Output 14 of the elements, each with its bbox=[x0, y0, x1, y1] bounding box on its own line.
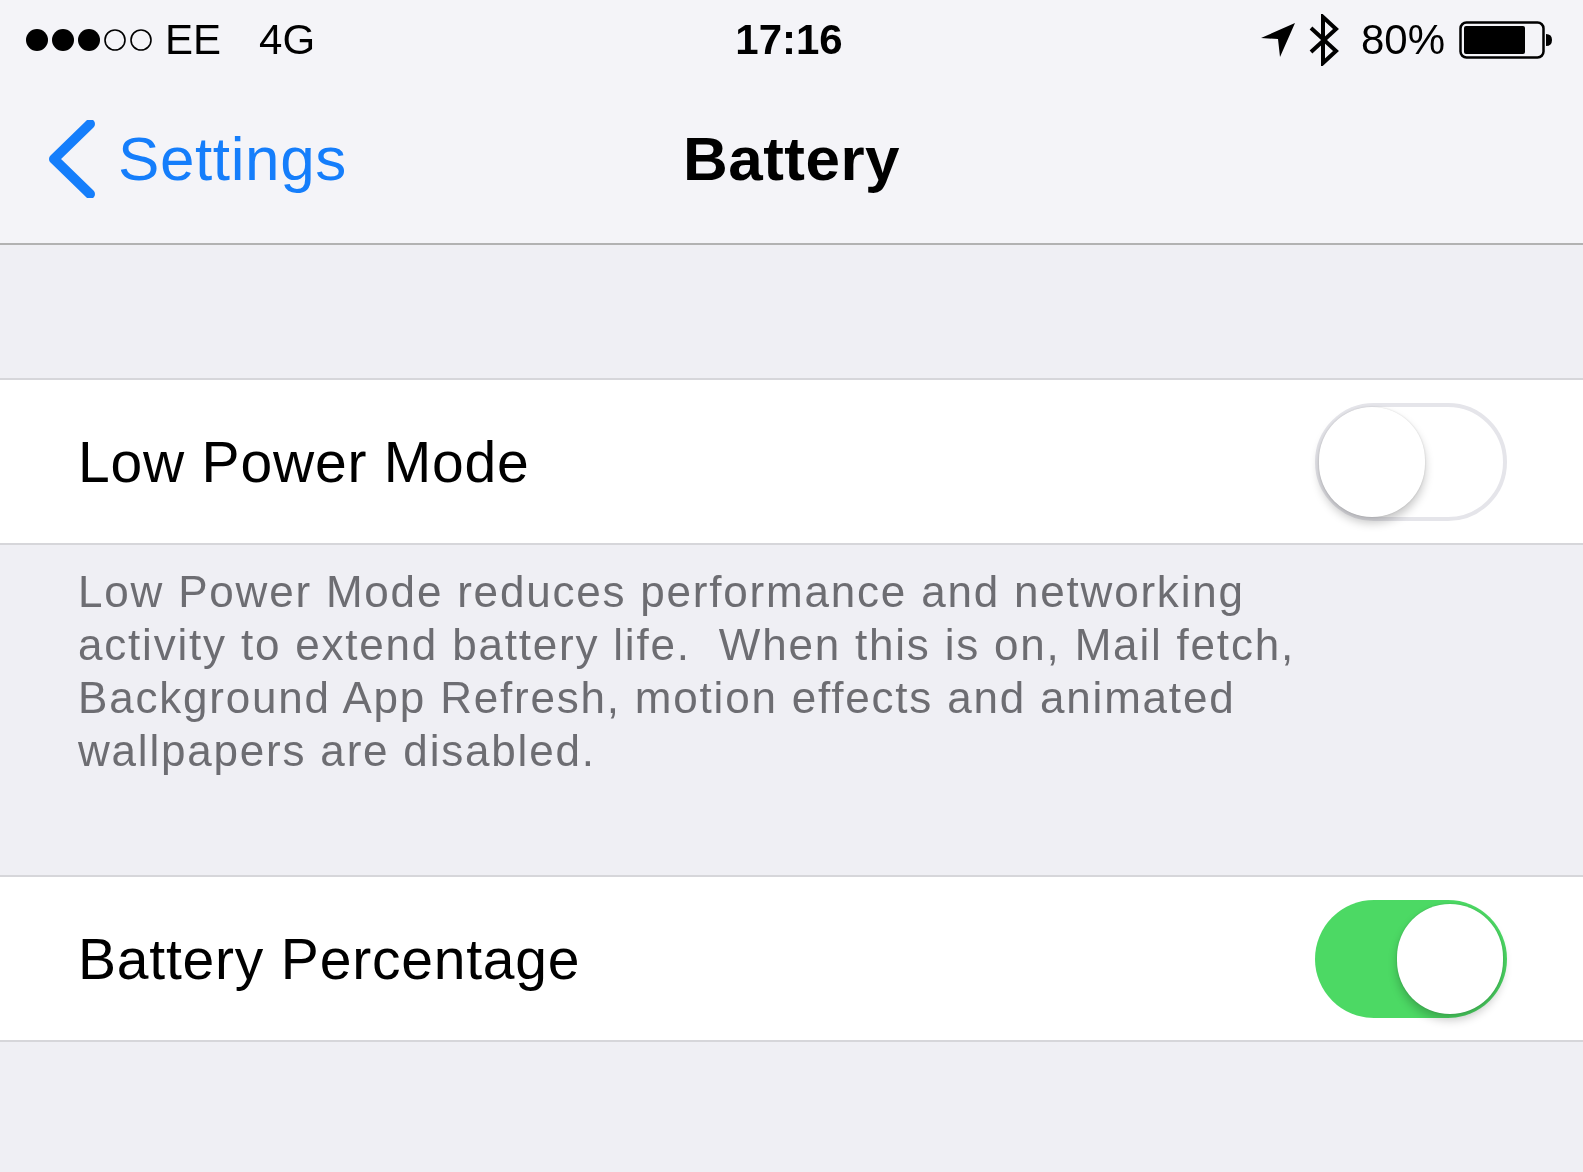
network-type: 4G bbox=[259, 19, 316, 61]
setting-description: Low Power Mode reduces performance and networking activity to extend battery life. When this is on, Mail fetch, Background App Refresh, motion effects and animated wallpapers are disabled. bbox=[78, 566, 1296, 777]
battery-percentage: 80% bbox=[1360, 19, 1445, 61]
carrier-name: EE bbox=[165, 19, 222, 61]
setting-label: Low Power Mode bbox=[78, 428, 530, 495]
signal-strength-icon bbox=[25, 28, 153, 52]
back-chevron-icon bbox=[46, 119, 96, 198]
location-arrow-icon bbox=[1260, 23, 1295, 57]
page-title: Battery bbox=[682, 123, 901, 194]
back-button[interactable]: Settings bbox=[46, 119, 347, 198]
setting-label: Battery Percentage bbox=[78, 925, 581, 992]
clock-time: 17:16 bbox=[735, 19, 843, 61]
bluetooth-icon bbox=[1308, 14, 1339, 66]
battery-icon bbox=[1459, 21, 1553, 59]
